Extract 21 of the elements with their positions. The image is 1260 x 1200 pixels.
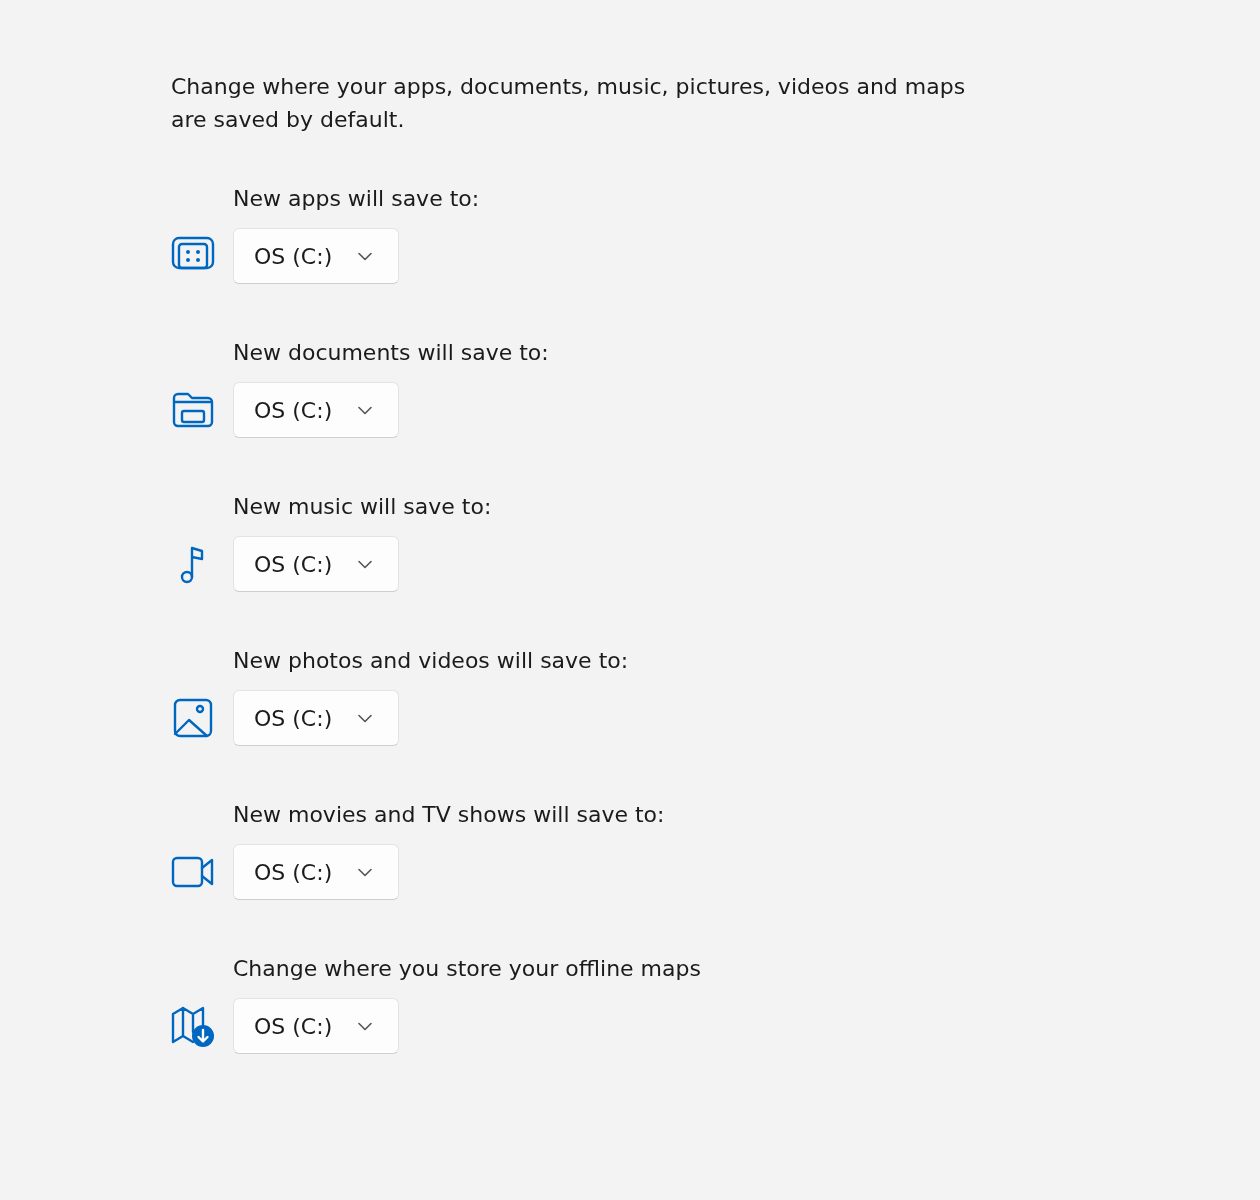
drive-dropdown[interactable]: OS (C:) <box>233 998 399 1054</box>
map-download-icon <box>171 1004 215 1048</box>
setting-label: New music will save to: <box>233 493 493 521</box>
drive-dropdown[interactable]: OS (C:) <box>233 382 399 438</box>
image-icon <box>171 696 215 740</box>
chevron-down-icon <box>358 251 372 261</box>
drive-dropdown[interactable]: OS (C:) <box>233 536 399 592</box>
setting-label: New apps will save to: <box>233 185 481 213</box>
description-text: Change where your apps, documents, music, pictures, videos and maps are saved by default. <box>171 73 967 134</box>
setting-label: Change where you store your offline maps <box>233 955 702 983</box>
setting-label: New photos and videos will save to: <box>233 647 630 675</box>
drive-dropdown[interactable]: OS (C:) <box>233 844 399 900</box>
drive-dropdown[interactable]: OS (C:) <box>233 228 399 284</box>
chevron-down-icon <box>358 405 372 415</box>
setting-label: New documents will save to: <box>233 339 550 367</box>
chevron-down-icon <box>358 1021 372 1031</box>
chevron-down-icon <box>358 713 372 723</box>
chevron-down-icon <box>358 867 372 877</box>
chevron-down-icon <box>358 559 372 569</box>
setting-label: New movies and TV shows will save to: <box>233 801 666 829</box>
drive-dropdown[interactable]: OS (C:) <box>233 690 399 746</box>
